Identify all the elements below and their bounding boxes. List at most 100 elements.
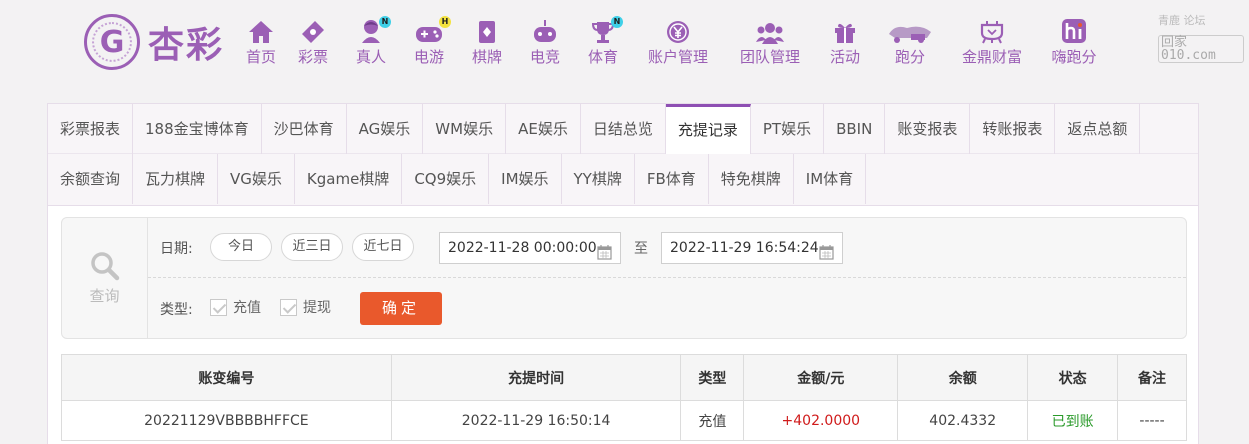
type-label: 类型: xyxy=(160,302,193,318)
nav-label: 电游 xyxy=(413,48,444,66)
type-filter-row: 类型: 充值 提现 确定 xyxy=(148,278,1186,338)
nav-label: 账户管理 xyxy=(647,48,708,66)
cell-amount: +402.0000 xyxy=(743,400,899,441)
nav-item-home[interactable]: 首页 xyxy=(238,18,284,66)
tab-tabs-row1-11[interactable]: 转账报表 xyxy=(970,104,1056,154)
checkbox-box xyxy=(280,298,297,316)
nav-item-slots[interactable]: H 电游 xyxy=(400,16,458,66)
cell-id: 20221129VBBBBHFFCE xyxy=(61,400,392,441)
tab-tabs-row1-2[interactable]: 沙巴体育 xyxy=(262,104,347,154)
start-date-value: 2022-11-28 00:00:00 xyxy=(448,240,597,256)
tab-tabs-row1-5[interactable]: AE娱乐 xyxy=(506,104,581,154)
watermark-line: 青鹿 论坛 xyxy=(1158,14,1206,27)
last-7-days-button[interactable]: 近七日 xyxy=(352,233,414,261)
nav-item-activity[interactable]: 活动 xyxy=(816,18,874,66)
tab-tabs-row1-7[interactable]: 充提记录 xyxy=(665,104,751,154)
date-range-separator: 至 xyxy=(634,241,648,257)
col-header-id: 账变编号 xyxy=(61,354,392,401)
tab-row: 彩票报表 188金宝博体育 沙巴体育 AG娱乐 WM娱乐 AE娱乐 日结总览 充提记录 PT娱乐… xyxy=(48,104,1198,154)
cell-time: 2022-11-29 16:50:14 xyxy=(390,400,682,441)
gift-icon xyxy=(833,18,857,44)
today-button[interactable]: 今日 xyxy=(210,233,272,261)
new-badge: N xyxy=(611,16,623,28)
calendar-icon xyxy=(597,241,612,271)
confirm-button[interactable]: 确定 xyxy=(360,292,442,325)
tab-tabs-row2-8[interactable]: 特免棋牌 xyxy=(709,154,794,204)
table-header-row: 账变编号 充提时间 类型 金额/元 余额 状态 备注 xyxy=(61,354,1187,401)
logo-mark-letter: G xyxy=(99,24,125,60)
nav-item-lottery[interactable]: 彩票 xyxy=(284,18,342,66)
lottery-ticket-icon xyxy=(301,18,325,44)
col-header-amount: 金额/元 xyxy=(743,354,899,401)
gamepad-icon: H xyxy=(415,16,451,44)
top-header: G 杏彩 首页 彩票 N 真人 H 电游 棋牌 电竞 N 体育 账户管理 团队管… xyxy=(0,0,1249,84)
col-header-status: 状态 xyxy=(1027,354,1119,401)
nav-item-running-score[interactable]: 跑分 xyxy=(874,18,946,66)
nav-item-esports[interactable]: 电竞 xyxy=(516,18,574,66)
logo-mark-icon: G xyxy=(84,14,140,70)
nav-item-team[interactable]: 团队管理 xyxy=(724,18,816,66)
cell-balance: 402.4332 xyxy=(897,400,1029,441)
tab-tabs-row2-0[interactable]: 余额查询 xyxy=(48,154,134,204)
watermark: 青鹿 论坛 回家010.com xyxy=(1158,14,1244,63)
query-button[interactable]: 查询 xyxy=(62,218,148,338)
tab-tabs-row1-1[interactable]: 188金宝博体育 xyxy=(133,104,262,154)
tab-tabs-row1-6[interactable]: 日结总览 xyxy=(581,104,666,154)
tab-tabs-row1-8[interactable]: PT娱乐 xyxy=(751,104,825,154)
end-date-value: 2022-11-29 16:54:24 xyxy=(670,240,819,256)
start-date-input[interactable]: 2022-11-28 00:00:00 xyxy=(439,232,621,264)
nav-label: 真人 xyxy=(355,48,386,66)
nav-item-cards[interactable]: 棋牌 xyxy=(458,18,516,66)
table-row: 20221129VBBBBHFFCE 2022-11-29 16:50:14 充… xyxy=(61,400,1187,441)
tab-tabs-row2-9[interactable]: IM体育 xyxy=(794,154,867,204)
nav-item-sports[interactable]: N 体育 xyxy=(574,16,632,66)
tab-tabs-row2-2[interactable]: VG娱乐 xyxy=(218,154,295,204)
tab-tabs-row1-0[interactable]: 彩票报表 xyxy=(48,104,134,154)
nav-label: 首页 xyxy=(245,48,276,66)
last-3-days-button[interactable]: 近三日 xyxy=(281,233,343,261)
tab-tabs-row2-4[interactable]: CQ9娱乐 xyxy=(402,154,490,204)
deposit-checkbox[interactable]: 充值 xyxy=(210,297,261,317)
tab-tabs-row2-1[interactable]: 瓦力棋牌 xyxy=(133,154,219,204)
tab-tabs-row1-12[interactable]: 返点总额 xyxy=(1055,104,1141,154)
nav-item-live[interactable]: N 真人 xyxy=(342,16,400,66)
nav-label: 彩票 xyxy=(297,48,328,66)
live-dealer-icon: N xyxy=(359,16,391,44)
tab-tabs-row1-10[interactable]: 账变报表 xyxy=(885,104,971,154)
cell-type: 充值 xyxy=(680,400,745,441)
watermark-site: 回家010.com xyxy=(1158,35,1244,63)
home-icon xyxy=(248,18,274,44)
tab-tabs-row1-9[interactable]: BBIN xyxy=(824,104,886,154)
report-panel: 彩票报表 188金宝博体育 沙巴体育 AG娱乐 WM娱乐 AE娱乐 日结总览 充提记录 PT娱乐… xyxy=(47,103,1199,444)
cell-status: 已到账 xyxy=(1027,400,1119,441)
nav-label: 棋牌 xyxy=(471,48,502,66)
main-nav: 首页 彩票 N 真人 H 电游 棋牌 电竞 N 体育 账户管理 团队管理 活动 … xyxy=(238,16,1110,66)
report-tabs: 彩票报表 188金宝博体育 沙巴体育 AG娱乐 WM娱乐 AE娱乐 日结总览 充提记录 PT娱乐… xyxy=(48,104,1198,206)
site-logo[interactable]: G 杏彩 xyxy=(84,14,224,70)
tab-tabs-row2-3[interactable]: Kgame棋牌 xyxy=(295,154,403,204)
new-badge: N xyxy=(379,16,391,28)
cell-remark: ----- xyxy=(1117,400,1187,441)
nav-item-hi-score[interactable]: 嗨跑分 xyxy=(1038,18,1110,66)
withdraw-checkbox[interactable]: 提现 xyxy=(280,297,331,317)
checkbox-box xyxy=(210,298,227,316)
checkbox-label: 提现 xyxy=(303,300,331,316)
tab-tabs-row2-6[interactable]: YY棋牌 xyxy=(562,154,635,204)
tab-tabs-row1-4[interactable]: WM娱乐 xyxy=(423,104,507,154)
date-label: 日期: xyxy=(160,241,193,257)
nav-label: 嗨跑分 xyxy=(1051,48,1097,66)
records-table: 账变编号 充提时间 类型 金额/元 余额 状态 备注 20221129VBBBB… xyxy=(61,354,1187,441)
nav-label: 电竞 xyxy=(529,48,560,66)
calendar-icon xyxy=(819,241,834,271)
tab-tabs-row2-5[interactable]: IM娱乐 xyxy=(489,154,562,204)
end-date-input[interactable]: 2022-11-29 16:54:24 xyxy=(661,232,843,264)
nav-item-account[interactable]: 账户管理 xyxy=(632,18,724,66)
cards-icon xyxy=(476,18,498,44)
col-header-balance: 余额 xyxy=(897,354,1029,401)
search-icon xyxy=(90,251,119,280)
tab-tabs-row1-3[interactable]: AG娱乐 xyxy=(347,104,424,154)
nav-item-wealth[interactable]: 金鼎财富 xyxy=(946,18,1038,66)
team-icon xyxy=(756,18,784,44)
nav-label: 活动 xyxy=(829,48,860,66)
tab-tabs-row2-7[interactable]: FB体育 xyxy=(635,154,709,204)
